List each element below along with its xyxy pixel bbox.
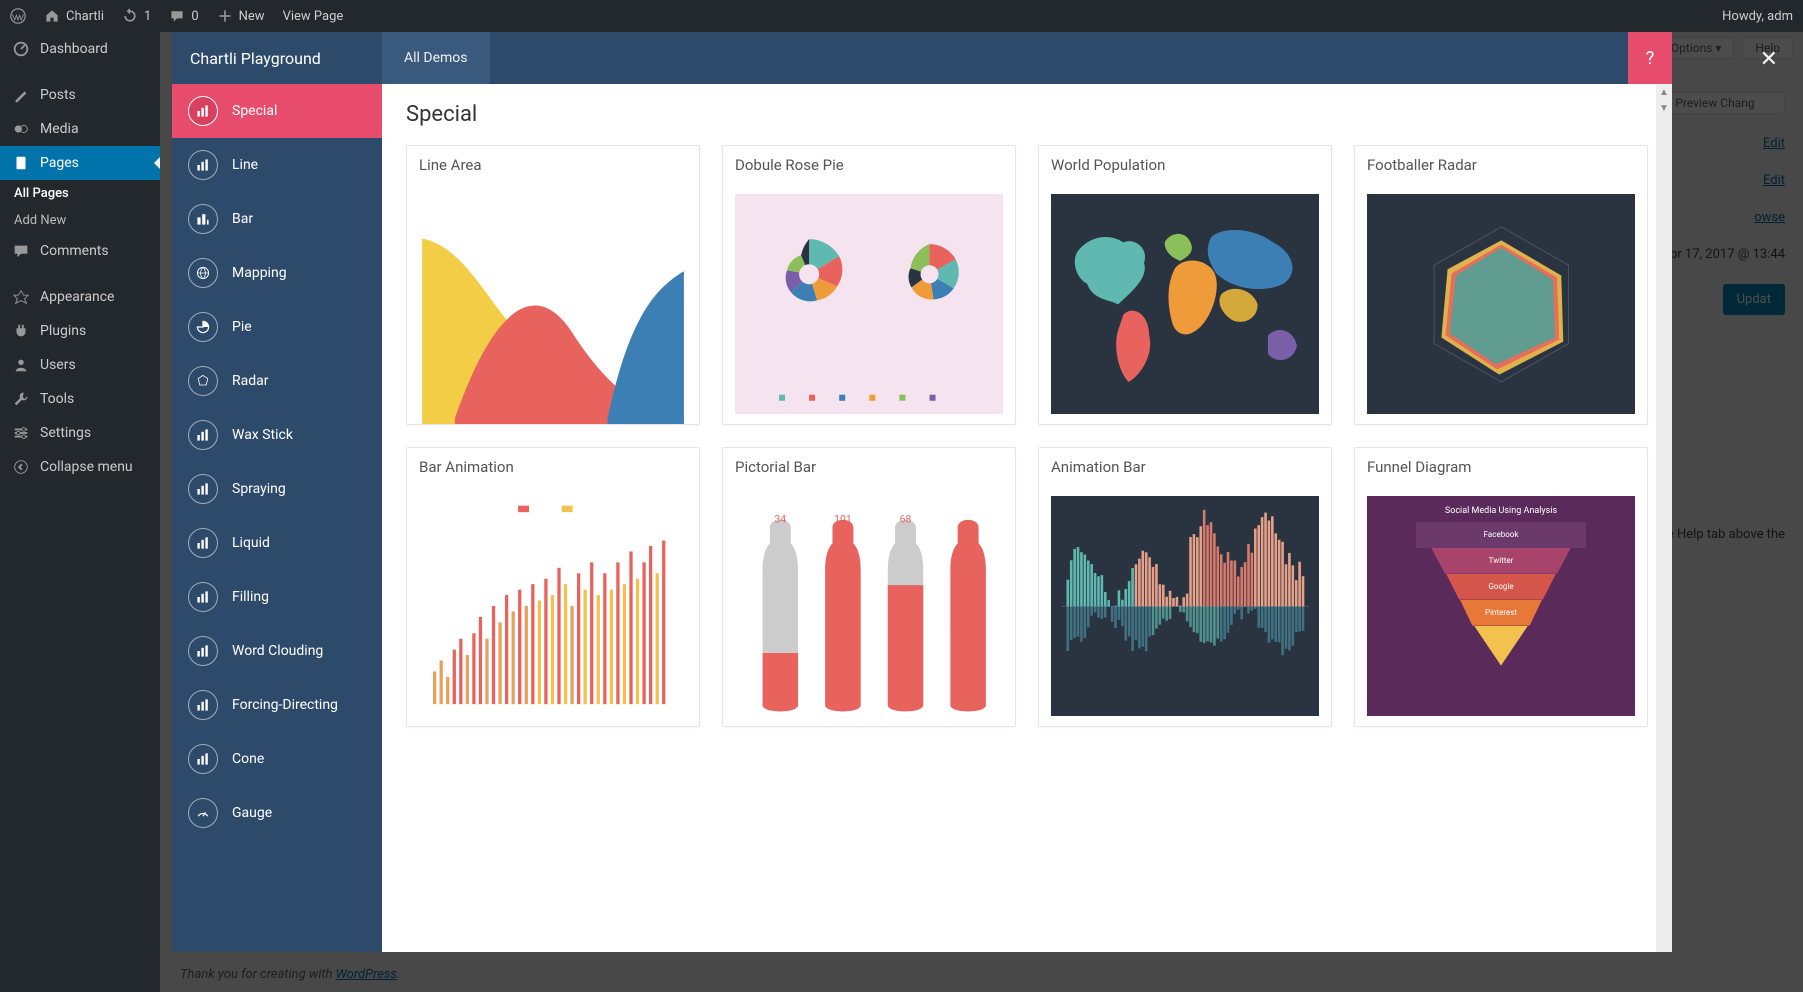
- card-animation-bar[interactable]: Animation Bar: [1038, 447, 1332, 727]
- submenu-add-new-page[interactable]: Add New: [0, 207, 160, 234]
- modal-scrollbar[interactable]: ▲ ▼: [1656, 84, 1672, 952]
- updates-count: 1: [144, 9, 151, 24]
- menu-dashboard[interactable]: Dashboard: [0, 32, 160, 66]
- card-title: Bar Animation: [407, 448, 699, 486]
- card-bar-animation[interactable]: Bar Animation: [406, 447, 700, 727]
- funnel-segment: Google: [1446, 574, 1556, 600]
- tab-all-demos[interactable]: All Demos: [382, 32, 490, 84]
- modal-content: Special Line Area Dobule Rose Pie: [382, 84, 1672, 952]
- sidebar-item-filling[interactable]: Filling: [172, 570, 382, 624]
- svg-text:34: 34: [774, 513, 786, 526]
- chart-icon: [188, 582, 218, 612]
- bar-anim-thumb: [407, 486, 699, 726]
- sidebar-item-liquid[interactable]: Liquid: [172, 516, 382, 570]
- sidebar-item-pie[interactable]: Pie: [172, 300, 382, 354]
- chart-icon: [188, 636, 218, 666]
- wp-logo[interactable]: [10, 8, 26, 24]
- new-link[interactable]: New: [217, 8, 265, 24]
- new-label: New: [239, 9, 265, 24]
- modal-sidebar: Special Line Bar Mapping Pie Radar Wax S…: [172, 84, 382, 952]
- scroll-up-icon[interactable]: ▲: [1656, 84, 1672, 100]
- chart-icon: [188, 204, 218, 234]
- line-area-thumb: [407, 184, 699, 424]
- funnel-segment: [1474, 626, 1528, 666]
- howdy-user[interactable]: Howdy, adm: [1722, 9, 1793, 24]
- funnel-segment: Facebook: [1416, 522, 1586, 548]
- card-footballer-radar[interactable]: Footballer Radar: [1354, 145, 1648, 425]
- comments-link[interactable]: 0: [169, 8, 198, 24]
- sidebar-item-line[interactable]: Line: [172, 138, 382, 192]
- card-title: Dobule Rose Pie: [723, 146, 1015, 184]
- radar-thumb: [1367, 194, 1636, 415]
- menu-media[interactable]: Media: [0, 112, 160, 146]
- menu-tools[interactable]: Tools: [0, 382, 160, 416]
- card-title: World Population: [1039, 146, 1331, 184]
- world-map-thumb: [1051, 194, 1320, 415]
- sidebar-item-wax-stick[interactable]: Wax Stick: [172, 408, 382, 462]
- menu-plugins[interactable]: Plugins: [0, 314, 160, 348]
- menu-settings[interactable]: Settings: [0, 416, 160, 450]
- sidebar-item-cone[interactable]: Cone: [172, 732, 382, 786]
- sidebar-item-special[interactable]: Special: [172, 84, 382, 138]
- sidebar-item-forcing-directing[interactable]: Forcing-Directing: [172, 678, 382, 732]
- chart-icon: [188, 150, 218, 180]
- card-title: Line Area: [407, 146, 699, 184]
- chart-icon: [188, 744, 218, 774]
- menu-comments[interactable]: Comments: [0, 234, 160, 268]
- card-title: Funnel Diagram: [1355, 448, 1647, 486]
- chart-icon: [188, 690, 218, 720]
- sidebar-item-word-clouding[interactable]: Word Clouding: [172, 624, 382, 678]
- menu-collapse[interactable]: Collapse menu: [0, 450, 160, 484]
- modal-help-button[interactable]: ?: [1628, 32, 1672, 84]
- site-home-link[interactable]: Chartli: [44, 8, 104, 24]
- chart-icon: [188, 528, 218, 558]
- card-pictorial-bar[interactable]: Pictorial Bar: [722, 447, 1016, 727]
- sidebar-item-radar[interactable]: Radar: [172, 354, 382, 408]
- rose-pie-thumb: [735, 194, 1004, 415]
- funnel-segment: Twitter: [1431, 548, 1571, 574]
- site-name: Chartli: [66, 9, 104, 24]
- sidebar-item-mapping[interactable]: Mapping: [172, 246, 382, 300]
- card-title: Footballer Radar: [1355, 146, 1647, 184]
- card-line-area[interactable]: Line Area: [406, 145, 700, 425]
- menu-appearance[interactable]: Appearance: [0, 280, 160, 314]
- svg-text:68: 68: [900, 513, 912, 526]
- card-title: Animation Bar: [1039, 448, 1331, 486]
- sidebar-item-gauge[interactable]: Gauge: [172, 786, 382, 840]
- svg-text:101: 101: [834, 513, 852, 526]
- updates-link[interactable]: 1: [122, 8, 151, 24]
- card-title: Pictorial Bar: [723, 448, 1015, 486]
- pictorial-thumb: 34 101 68: [723, 486, 1015, 726]
- close-icon[interactable]: ✕: [1760, 47, 1778, 72]
- chart-icon: [188, 474, 218, 504]
- funnel-segment: Pinterest: [1460, 600, 1542, 626]
- wp-sidebar: Dashboard Posts Media Pages All Pages Ad…: [0, 32, 160, 992]
- pie-icon: [188, 312, 218, 342]
- submenu-all-pages[interactable]: All Pages: [0, 180, 160, 207]
- menu-pages[interactable]: Pages: [0, 146, 160, 180]
- chart-icon: [188, 420, 218, 450]
- sidebar-item-spraying[interactable]: Spraying: [172, 462, 382, 516]
- menu-users[interactable]: Users: [0, 348, 160, 382]
- card-funnel-diagram[interactable]: Funnel Diagram Social Media Using Analys…: [1354, 447, 1648, 727]
- radar-icon: [188, 366, 218, 396]
- globe-icon: [188, 258, 218, 288]
- chart-icon: [188, 96, 218, 126]
- card-world-population[interactable]: World Population: [1038, 145, 1332, 425]
- modal-title: Chartli Playground: [172, 32, 382, 84]
- gauge-icon: [188, 798, 218, 828]
- sidebar-item-bar[interactable]: Bar: [172, 192, 382, 246]
- menu-posts[interactable]: Posts: [0, 78, 160, 112]
- anim-bar-thumb: [1051, 496, 1320, 717]
- view-page-link[interactable]: View Page: [283, 9, 344, 24]
- funnel-title: Social Media Using Analysis: [1445, 506, 1557, 516]
- playground-modal: Chartli Playground All Demos ? Special L…: [172, 32, 1672, 952]
- section-heading: Special: [406, 102, 1648, 127]
- comments-count: 0: [191, 9, 198, 24]
- card-double-rose-pie[interactable]: Dobule Rose Pie: [722, 145, 1016, 425]
- scroll-down-icon[interactable]: ▼: [1656, 100, 1672, 116]
